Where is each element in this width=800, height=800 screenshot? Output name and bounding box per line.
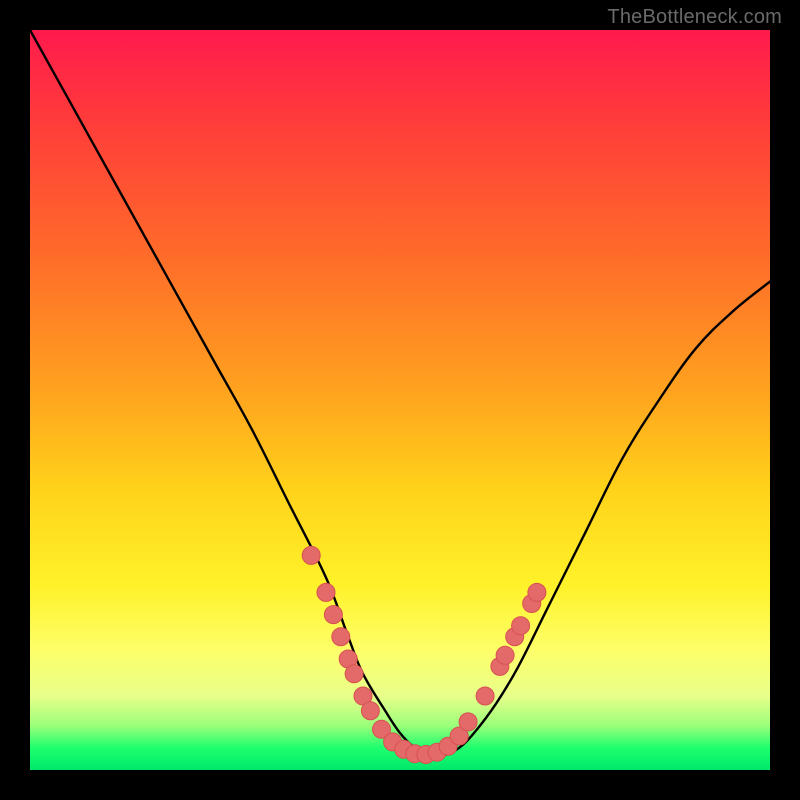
curve-marker bbox=[302, 546, 320, 564]
curve-marker bbox=[528, 583, 546, 601]
curve-marker bbox=[496, 646, 514, 664]
curve-marker bbox=[345, 665, 363, 683]
bottleneck-curve bbox=[30, 30, 770, 756]
chart-svg bbox=[30, 30, 770, 770]
curve-marker bbox=[324, 606, 342, 624]
curve-marker bbox=[459, 713, 477, 731]
curve-marker bbox=[317, 583, 335, 601]
curve-marker bbox=[512, 617, 530, 635]
chart-frame: TheBottleneck.com bbox=[0, 0, 800, 800]
curve-markers bbox=[302, 546, 546, 763]
curve-marker bbox=[332, 628, 350, 646]
plot-area bbox=[30, 30, 770, 770]
curve-marker bbox=[361, 702, 379, 720]
curve-marker bbox=[476, 687, 494, 705]
watermark-text: TheBottleneck.com bbox=[607, 6, 782, 29]
